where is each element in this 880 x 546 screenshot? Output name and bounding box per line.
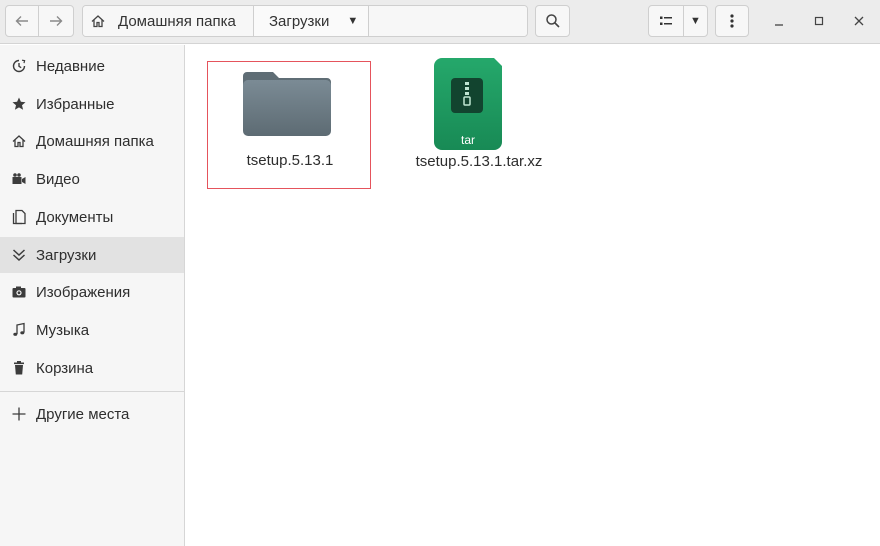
sidebar-item-favorites[interactable]: Избранные: [0, 86, 184, 122]
sidebar-item-trash[interactable]: Корзина: [0, 350, 184, 386]
chevron-down-icon: ▼: [690, 15, 701, 27]
search-icon: [545, 14, 560, 28]
forward-arrow-icon: [50, 16, 63, 26]
view-toggle-button[interactable]: [648, 5, 684, 37]
sidebar-item-label: Другие места: [36, 405, 130, 423]
sidebar-item-label: Музыка: [36, 321, 90, 339]
path-crumb-downloads-label: Загрузки: [269, 12, 330, 30]
sidebar-item-home[interactable]: Домашняя папка: [0, 123, 184, 159]
back-arrow-icon: [15, 16, 28, 26]
music-icon: [11, 322, 27, 338]
file-item-archive[interactable]: tar tsetup.5.13.1.tar.xz: [397, 58, 561, 189]
main-menu-button[interactable]: [715, 5, 749, 37]
minimize-icon: [775, 24, 783, 26]
sidebar-item-video[interactable]: Видео: [0, 161, 184, 197]
back-button[interactable]: [5, 5, 39, 37]
folder-icon: [243, 72, 331, 136]
close-icon: [854, 16, 864, 26]
sidebar-item-recent[interactable]: Недавние: [0, 48, 184, 84]
list-view-icon: [660, 16, 672, 25]
forward-button[interactable]: [38, 5, 74, 37]
home-icon: [91, 15, 105, 28]
clock-icon: [11, 58, 27, 74]
path-crumb-downloads[interactable]: Загрузки ▼: [254, 6, 369, 36]
sidebar-item-documents[interactable]: Документы: [0, 199, 184, 235]
document-icon: [11, 209, 27, 225]
star-icon: [11, 96, 27, 112]
sidebar-item-label: Документы: [36, 208, 114, 226]
view-options-dropdown[interactable]: ▼: [683, 5, 708, 37]
sidebar-item-label: Загрузки: [36, 246, 97, 264]
search-button[interactable]: [535, 5, 570, 37]
sidebar-item-downloads[interactable]: Загрузки: [0, 237, 184, 273]
plus-icon: [11, 406, 27, 422]
file-manager-window: Домашняя папка Загрузки ▼ ▼ Недавние Изб…: [0, 0, 880, 546]
download-icon: [11, 247, 27, 263]
camera-icon: [11, 284, 27, 300]
maximize-icon: [814, 16, 824, 26]
archive-badge: tar: [460, 133, 475, 147]
maximize-button[interactable]: [803, 5, 835, 37]
minimize-button[interactable]: [763, 5, 795, 37]
file-item-folder[interactable]: tsetup.5.13.1: [207, 61, 371, 189]
file-view: tsetup.5.13.1 tar tsetup.5.13.1.tar.xz: [186, 45, 880, 546]
path-bar-empty: [369, 6, 527, 36]
header-bar: Домашняя папка Загрузки ▼ ▼: [0, 0, 880, 44]
sidebar-item-pictures[interactable]: Изображения: [0, 274, 184, 310]
file-name: tsetup.5.13.1: [246, 152, 334, 169]
close-button[interactable]: [843, 5, 875, 37]
sidebar-item-label: Избранные: [36, 95, 115, 113]
sidebar-item-label: Изображения: [36, 283, 131, 301]
file-name: tsetup.5.13.1.tar.xz: [415, 153, 543, 170]
path-crumb-home-label: Домашняя папка: [118, 12, 236, 30]
sidebar: Недавние Избранные Домашняя папка Видео …: [0, 45, 185, 546]
trash-icon: [11, 360, 27, 376]
sidebar-separator: [0, 391, 184, 392]
path-crumb-home[interactable]: Домашняя папка: [83, 6, 254, 36]
kebab-menu-icon: [730, 14, 734, 28]
home-icon: [11, 133, 27, 149]
video-icon: [11, 171, 27, 187]
sidebar-item-label: Корзина: [36, 359, 94, 377]
path-bar: Домашняя папка Загрузки ▼: [82, 5, 528, 37]
sidebar-item-label: Недавние: [36, 57, 105, 75]
sidebar-item-music[interactable]: Музыка: [0, 312, 184, 348]
sidebar-item-label: Домашняя папка: [36, 132, 154, 150]
sidebar-item-label: Видео: [36, 170, 80, 188]
sidebar-item-other-locations[interactable]: Другие места: [0, 396, 184, 432]
chevron-down-icon: ▼: [347, 15, 359, 27]
